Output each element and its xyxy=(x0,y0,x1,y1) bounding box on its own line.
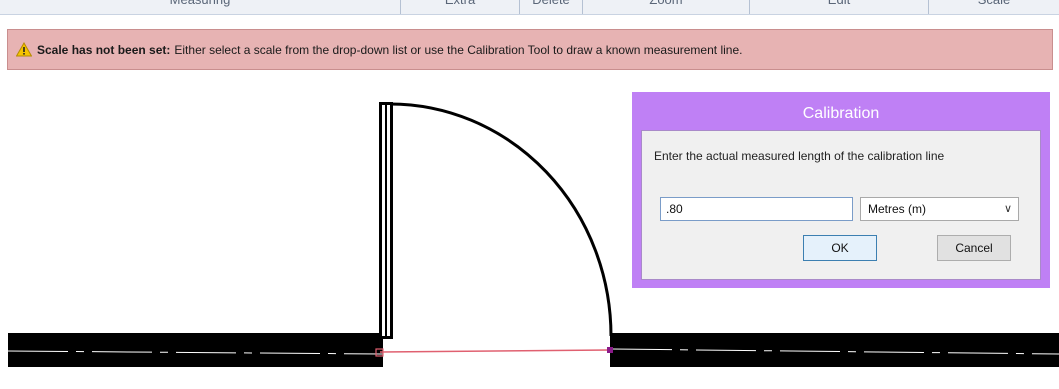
cancel-button[interactable]: Cancel xyxy=(937,235,1011,261)
calibration-prompt: Enter the actual measured length of the … xyxy=(654,149,945,163)
dialog-body: Enter the actual measured length of the … xyxy=(641,130,1041,280)
wall-right xyxy=(610,333,1059,367)
door-swing-arc xyxy=(389,102,613,337)
calibration-handle-end[interactable] xyxy=(607,347,613,353)
calibration-line[interactable] xyxy=(379,349,611,353)
unit-select-value: Metres (m) xyxy=(868,202,926,216)
length-input[interactable] xyxy=(660,197,853,221)
wall-left xyxy=(8,333,383,367)
ok-button[interactable]: OK xyxy=(803,235,877,261)
unit-select[interactable]: Metres (m) ∨ xyxy=(860,197,1019,221)
chevron-down-icon: ∨ xyxy=(1003,203,1012,215)
calibration-dialog: Calibration Enter the actual measured le… xyxy=(632,92,1050,288)
